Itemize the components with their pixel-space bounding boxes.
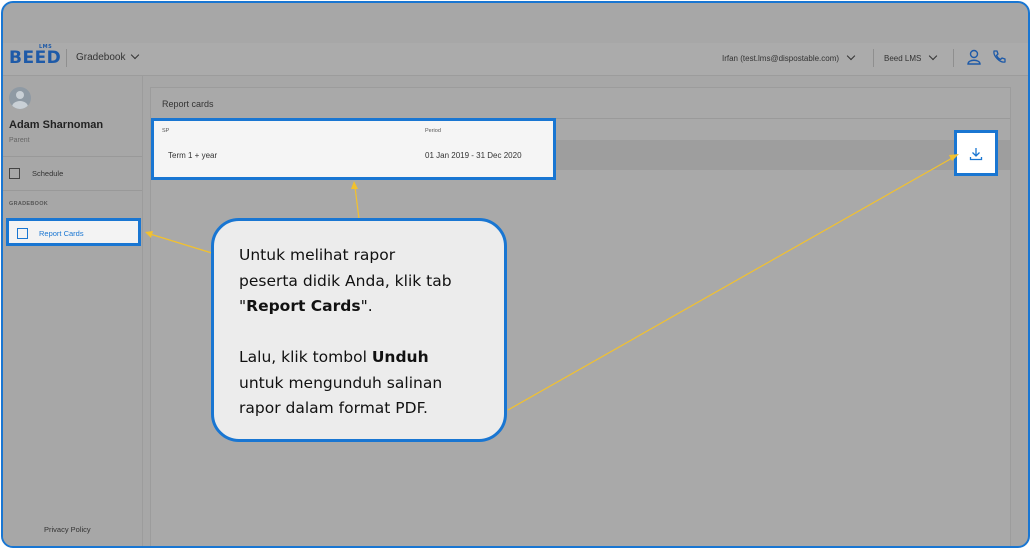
callout-line: Lalu, klik tombol xyxy=(239,348,372,366)
instruction-callout: Untuk melihat rapor peserta didik Anda, … xyxy=(211,218,507,442)
callout-line: untuk mengunduh salinan xyxy=(239,373,443,392)
screenshot-frame: BEED LMS Gradebook Irfan (test.lms@dispo… xyxy=(1,1,1030,548)
header-divider xyxy=(66,49,67,67)
callout-line: Untuk melihat rapor xyxy=(239,246,396,264)
chevron-down-icon xyxy=(929,51,938,61)
sidebar-section-label: GRADEBOOK xyxy=(9,201,49,207)
module-dropdown-label: Gradebook xyxy=(76,52,126,63)
phone-icon[interactable] xyxy=(991,49,1007,65)
callout-line: ". xyxy=(360,297,373,315)
sidebar-divider xyxy=(3,190,142,191)
callout-bold: Unduh xyxy=(371,348,429,366)
logo-lms-label: LMS xyxy=(39,44,53,50)
user-role: Parent xyxy=(9,137,30,144)
sidebar: Adam Sharnoman Parent Schedule GRADEBOOK… xyxy=(3,76,143,546)
calendar-icon xyxy=(9,168,20,179)
institution-dropdown[interactable]: Beed LMS xyxy=(884,51,938,63)
callout-bold: Report Cards xyxy=(246,297,361,315)
column-header-period: Period xyxy=(425,128,441,134)
user-account-dropdown[interactable]: Irfan (test.lms@dispostable.com) xyxy=(722,51,856,63)
sidebar-item-label: Report Cards xyxy=(39,229,84,238)
user-icon[interactable] xyxy=(966,49,982,65)
sidebar-divider xyxy=(3,156,142,157)
sidebar-item-label: Schedule xyxy=(32,169,64,178)
sidebar-item-report-cards[interactable]: Report Cards xyxy=(6,218,141,246)
header-divider xyxy=(953,49,954,67)
table-cell-period: 01 Jan 2019 - 31 Dec 2020 xyxy=(425,151,522,160)
top-bar: BEED LMS Gradebook Irfan (test.lms@dispo… xyxy=(3,43,1028,76)
module-dropdown[interactable]: Gradebook xyxy=(76,50,140,63)
column-header-sp: SP xyxy=(162,128,170,134)
report-cards-table: SP Period Term 1 + year 01 Jan 2019 - 31… xyxy=(151,118,556,180)
avatar[interactable] xyxy=(9,87,31,109)
beed-logo[interactable]: BEED LMS xyxy=(9,44,62,68)
user-name: Adam Sharnoman xyxy=(9,119,104,131)
callout-text: Lalu, klik tombol Unduh untuk mengunduh … xyxy=(239,345,504,422)
report-card-icon xyxy=(17,228,28,239)
header-divider xyxy=(873,49,874,67)
page-title: Report cards xyxy=(162,99,214,109)
user-account-label: Irfan (test.lms@dispostable.com) xyxy=(722,54,840,63)
chevron-down-icon xyxy=(131,50,140,60)
callout-text: Untuk melihat rapor peserta didik Anda, … xyxy=(239,243,504,320)
privacy-policy-link[interactable]: Privacy Policy xyxy=(44,525,91,534)
chevron-down-icon xyxy=(846,51,856,61)
download-button[interactable] xyxy=(954,130,998,176)
callout-line: peserta didik Anda, klik tab xyxy=(239,271,452,290)
table-cell-sp[interactable]: Term 1 + year xyxy=(168,151,217,160)
logo-text: BEED xyxy=(9,48,62,68)
institution-label: Beed LMS xyxy=(884,54,922,63)
sidebar-item-schedule[interactable]: Schedule xyxy=(9,166,139,182)
callout-line: rapor dalam format PDF. xyxy=(239,399,428,417)
download-icon xyxy=(969,148,983,161)
